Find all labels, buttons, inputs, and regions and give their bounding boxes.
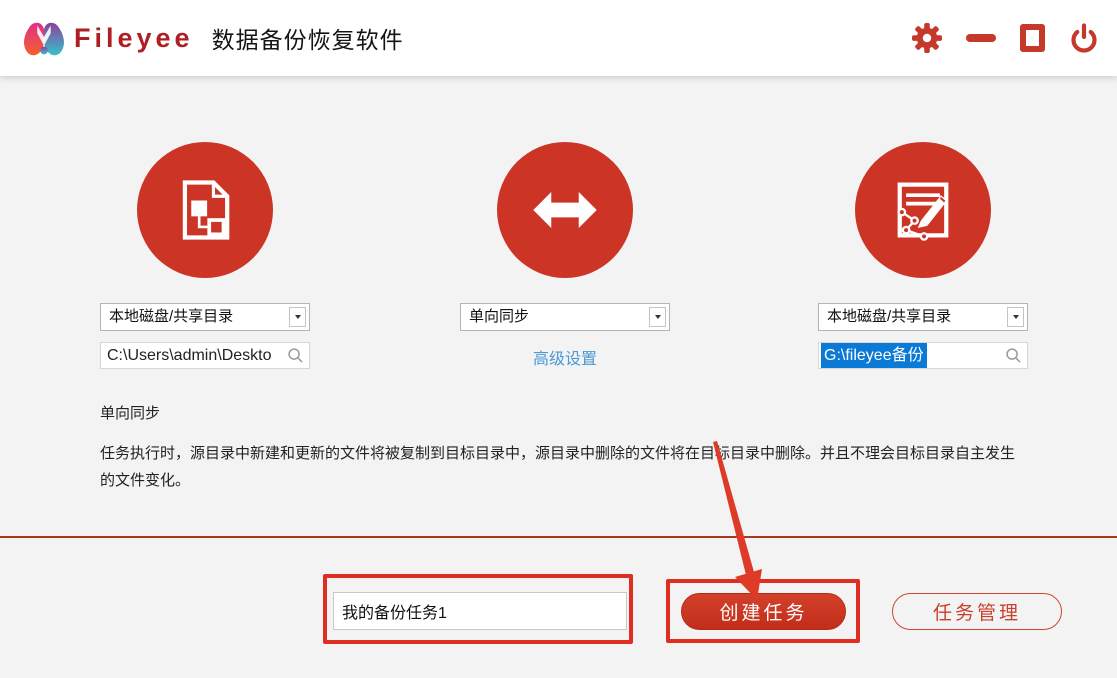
app-title: 数据备份恢复软件 (211, 27, 404, 53)
source-path-value: C:\Users\admin\Deskto (107, 347, 272, 364)
maximize-icon[interactable] (1020, 24, 1045, 52)
target-panel: 本地磁盘/共享目录 G:\fileyee备份 (818, 142, 1028, 369)
target-browse-search-icon[interactable] (1005, 347, 1022, 368)
source-type-dropdown-arrow-icon[interactable] (289, 307, 306, 327)
source-type-value: 本地磁盘/共享目录 (109, 308, 234, 325)
sync-panel: 单向同步 高级设置 (460, 142, 670, 369)
mode-description-title: 单向同步 (100, 405, 161, 422)
fileyee-logo-icon (24, 22, 64, 56)
target-path-field[interactable]: G:\fileyee备份 (818, 342, 1028, 369)
target-path-value-selected: G:\fileyee备份 (821, 343, 927, 368)
source-panel: 本地磁盘/共享目录 C:\Users\admin\Deskto (100, 142, 310, 369)
task-manage-button[interactable]: 任务管理 (892, 593, 1062, 630)
target-type-dropdown[interactable]: 本地磁盘/共享目录 (818, 303, 1028, 331)
title-bar: Fileyee 数据备份恢复软件 (0, 0, 1117, 76)
source-type-dropdown[interactable]: 本地磁盘/共享目录 (100, 303, 310, 331)
settings-gear-icon[interactable] (912, 23, 942, 53)
task-name-input[interactable] (333, 592, 627, 630)
power-close-icon[interactable] (1069, 23, 1099, 53)
advanced-settings-link[interactable]: 高级设置 (460, 345, 670, 369)
mode-description: 单向同步 任务执行时，源目录中新建和更新的文件将被复制到目标目录中，源目录中删除… (100, 402, 1018, 494)
source-path-field[interactable]: C:\Users\admin\Deskto (100, 342, 310, 369)
window-controls (912, 23, 1117, 53)
app-window: Fileyee 数据备份恢复软件 本地磁盘/共享目录 C:\Users\admi… (0, 0, 1117, 678)
target-edit-document-icon (855, 142, 991, 278)
target-type-value: 本地磁盘/共享目录 (827, 308, 952, 325)
sync-mode-dropdown[interactable]: 单向同步 (460, 303, 670, 331)
sync-mode-value: 单向同步 (469, 308, 530, 325)
source-browse-search-icon[interactable] (287, 347, 304, 368)
sync-arrows-icon (497, 142, 633, 278)
target-type-dropdown-arrow-icon[interactable] (1007, 307, 1024, 327)
red-divider-line (0, 536, 1117, 538)
source-file-icon (137, 142, 273, 278)
minimize-icon[interactable] (966, 34, 996, 42)
mode-description-body: 任务执行时，源目录中新建和更新的文件将被复制到目标目录中，源目录中删除的文件将在… (100, 445, 1016, 489)
create-task-button[interactable]: 创建任务 (681, 593, 846, 630)
brand-name: Fileyee (74, 22, 194, 53)
sync-mode-dropdown-arrow-icon[interactable] (649, 307, 666, 327)
